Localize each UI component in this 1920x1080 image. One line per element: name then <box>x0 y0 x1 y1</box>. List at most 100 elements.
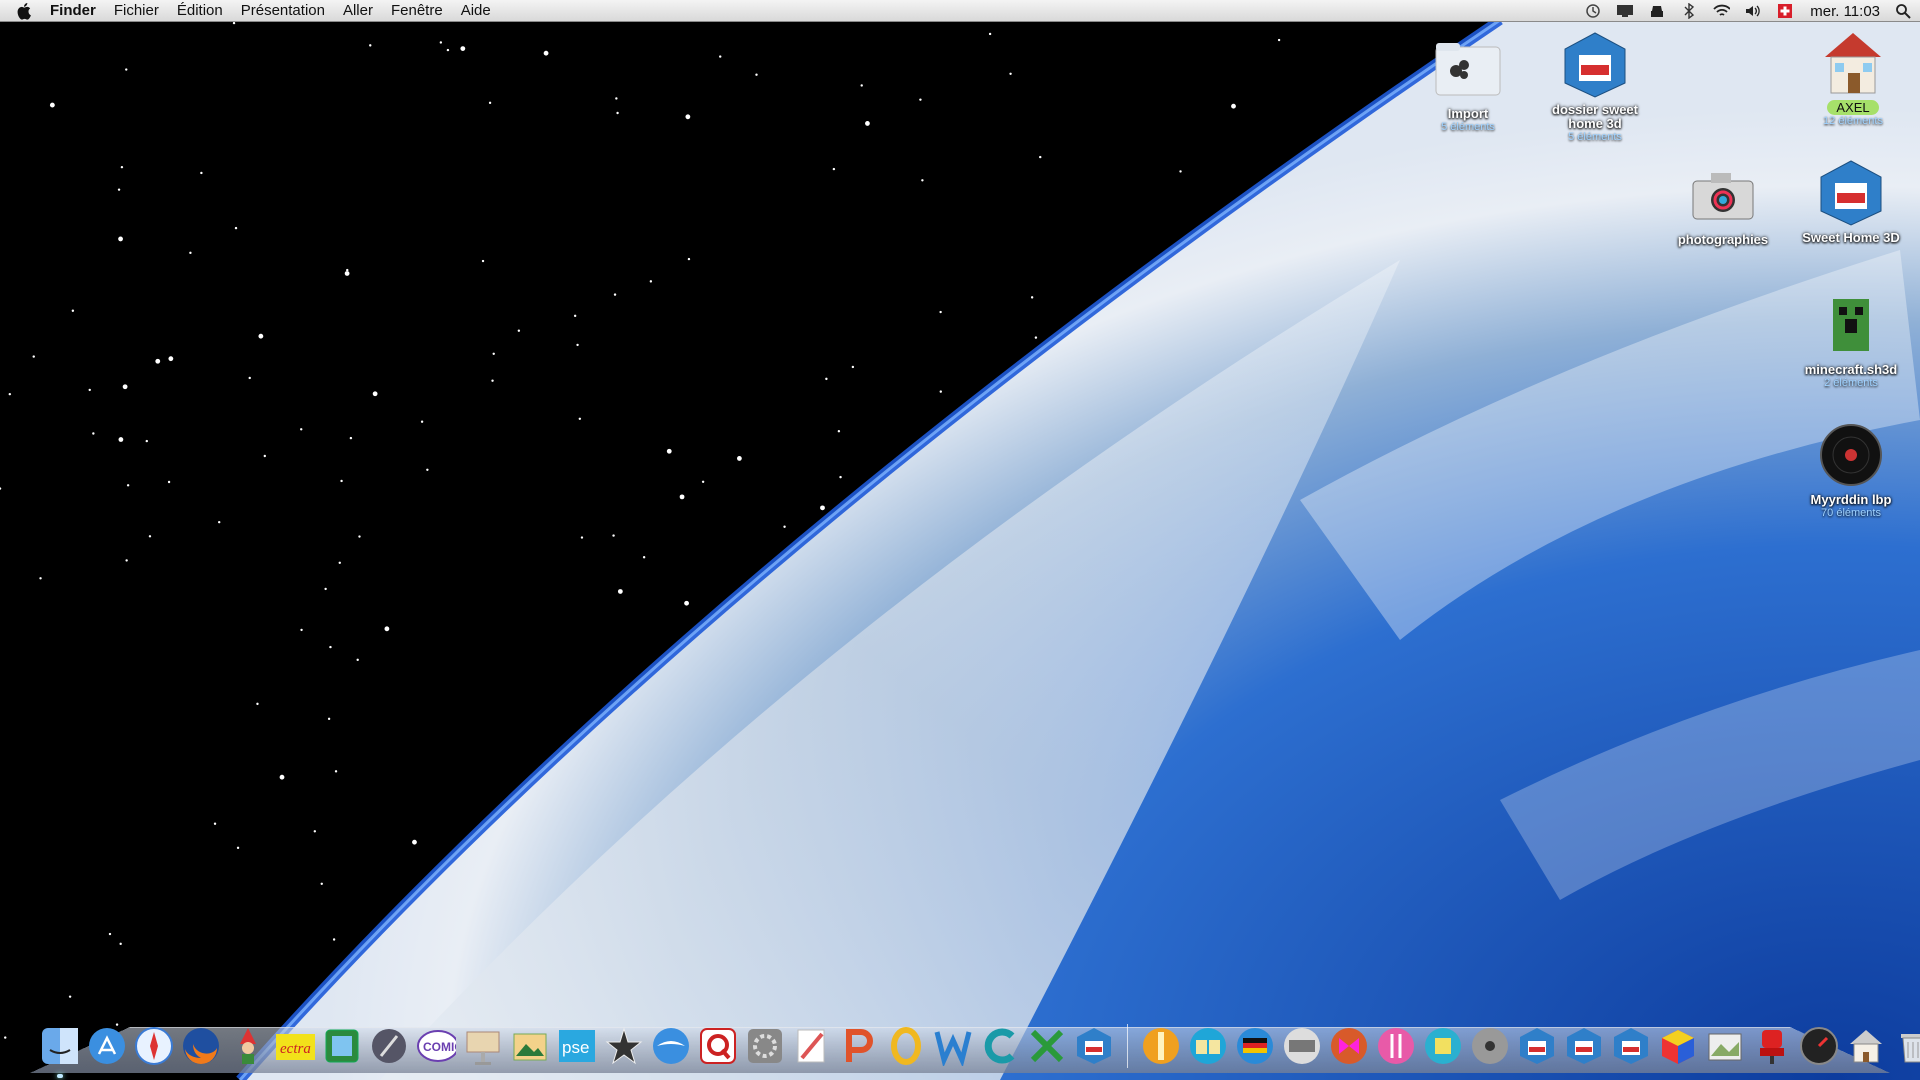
menu-fenetre[interactable]: Fenêtre <box>391 2 443 19</box>
flag-de-icon[interactable] <box>1235 1024 1275 1068</box>
gnome-icon[interactable] <box>228 1024 268 1068</box>
book-icon[interactable] <box>1188 1024 1228 1068</box>
star <box>1039 156 1041 158</box>
sh3d-doc-icon[interactable] <box>1611 1024 1651 1068</box>
star <box>39 577 41 579</box>
star <box>235 227 237 229</box>
desktop-item-count: 70 éléments <box>1821 507 1881 520</box>
star <box>109 933 111 935</box>
photo-booth-icon[interactable] <box>322 1024 362 1068</box>
finder-icon[interactable] <box>40 1024 80 1068</box>
excel-icon[interactable] <box>1027 1024 1067 1068</box>
sh3d-doc-icon[interactable] <box>1564 1024 1604 1068</box>
image-capture-icon[interactable] <box>1705 1024 1745 1068</box>
safari-icon[interactable] <box>134 1024 174 1068</box>
star <box>118 237 123 242</box>
sh3d-doc-icon[interactable] <box>1517 1024 1557 1068</box>
crochet-icon[interactable] <box>1376 1024 1416 1068</box>
c-app-icon[interactable] <box>980 1024 1020 1068</box>
star <box>412 840 417 845</box>
star <box>447 49 449 51</box>
display-icon[interactable] <box>1616 2 1634 20</box>
star <box>168 481 170 483</box>
sweet-home-3d-icon[interactable] <box>1074 1024 1114 1068</box>
bluetooth-icon[interactable] <box>1680 2 1698 20</box>
star <box>350 437 352 439</box>
menu-aller[interactable]: Aller <box>343 2 373 19</box>
star <box>321 883 323 885</box>
iphoto-icon[interactable] <box>510 1024 550 1068</box>
desktop-item-count: 12 éléments <box>1823 115 1883 128</box>
dvd-icon[interactable] <box>1470 1024 1510 1068</box>
sweet-home-3d-icon <box>1816 158 1886 228</box>
powerpoint-icon[interactable] <box>839 1024 879 1068</box>
dashboard-icon[interactable] <box>1799 1024 1839 1068</box>
firefox-icon[interactable] <box>181 1024 221 1068</box>
desktop-item-axel[interactable]: AXEL 12 éléments <box>1778 28 1920 128</box>
pse-icon[interactable]: pse <box>557 1024 597 1068</box>
chair-icon[interactable] <box>1752 1024 1792 1068</box>
outlook-icon[interactable] <box>886 1024 926 1068</box>
desktop-item-count: 5 éléments <box>1441 121 1495 134</box>
menu-clock[interactable]: mer. 11:03 <box>1810 3 1880 20</box>
star <box>121 166 123 168</box>
spy-icon[interactable] <box>1648 2 1666 20</box>
menu-presentation[interactable]: Présentation <box>241 2 325 19</box>
star <box>612 534 614 536</box>
quicktime-icon[interactable] <box>698 1024 738 1068</box>
desktop-item-dossier-sweet-home-3d[interactable]: dossier sweet home 3d 5 éléments <box>1520 30 1670 144</box>
pages-icon[interactable] <box>792 1024 832 1068</box>
wifi-icon[interactable] <box>1712 2 1730 20</box>
desktop-item-label: photographies <box>1678 233 1768 247</box>
star <box>616 112 618 114</box>
star <box>33 355 35 357</box>
menu-app-finder[interactable]: Finder <box>50 2 96 19</box>
butterfly-icon[interactable] <box>1329 1024 1369 1068</box>
word-icon[interactable] <box>933 1024 973 1068</box>
star <box>118 188 120 190</box>
home-icon <box>1818 28 1888 98</box>
ectra-icon[interactable]: ectra <box>275 1024 315 1068</box>
star <box>493 353 495 355</box>
desktop-item-minecraft-sh3d[interactable]: minecraft.sh3d 2 éléments <box>1776 290 1920 390</box>
star <box>544 51 549 56</box>
volume-icon[interactable] <box>1744 2 1762 20</box>
app-store-icon[interactable] <box>87 1024 127 1068</box>
imovie-icon[interactable] <box>604 1024 644 1068</box>
cube-box-icon[interactable] <box>1423 1024 1463 1068</box>
star <box>300 428 302 430</box>
star <box>69 995 71 997</box>
star <box>189 252 191 254</box>
desktop-item-myyrddin-lbp[interactable]: Myyrddin lbp 70 éléments <box>1776 420 1920 520</box>
desktop-item-sweet-home-3d[interactable]: Sweet Home 3D <box>1776 158 1920 245</box>
menu-fichier[interactable]: Fichier <box>114 2 159 19</box>
mail-icon[interactable] <box>651 1024 691 1068</box>
star <box>614 293 616 295</box>
star <box>300 629 302 631</box>
keynote-icon[interactable] <box>463 1024 503 1068</box>
star <box>618 589 623 594</box>
camera-icon <box>1688 160 1758 230</box>
apple-menu-icon[interactable] <box>14 0 36 22</box>
color-cube-icon[interactable] <box>1658 1024 1698 1068</box>
menu-edition[interactable]: Édition <box>177 2 223 19</box>
comic-life-icon[interactable]: COMIC <box>416 1024 456 1068</box>
pen-tool-icon[interactable] <box>369 1024 409 1068</box>
input-source-flag-icon[interactable] <box>1776 2 1794 20</box>
time-machine-icon[interactable] <box>1584 2 1602 20</box>
star <box>865 121 870 126</box>
ruler-icon[interactable] <box>1141 1024 1181 1068</box>
star <box>755 74 757 76</box>
keyboard-icon[interactable] <box>1282 1024 1322 1068</box>
system-prefs-icon[interactable] <box>745 1024 785 1068</box>
comic-label: COMIC <box>423 1040 456 1054</box>
star <box>264 455 266 457</box>
star <box>1231 104 1236 109</box>
dock-separator[interactable] <box>1127 1024 1128 1068</box>
trash-icon[interactable] <box>1893 1024 1920 1068</box>
menu-aide[interactable]: Aide <box>461 2 491 19</box>
spotlight-search-icon[interactable] <box>1894 2 1912 20</box>
home-folder-icon[interactable] <box>1846 1024 1886 1068</box>
star <box>346 269 348 271</box>
star <box>356 659 358 661</box>
